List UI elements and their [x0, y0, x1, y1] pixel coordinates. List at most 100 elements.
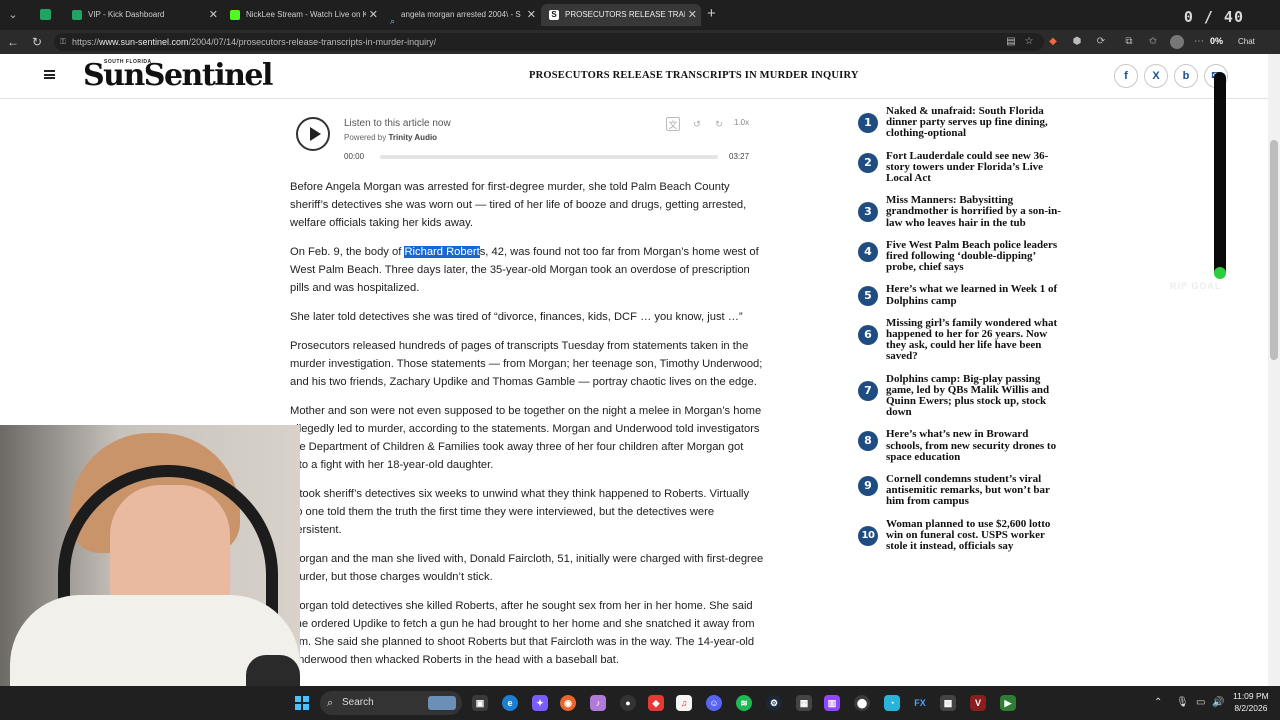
firefox-icon[interactable]: ◉: [560, 695, 576, 711]
obs-icon[interactable]: ●: [620, 695, 636, 711]
sheets-favicon-icon: [40, 9, 51, 20]
tab-nicklee-stream[interactable]: NickLee Stream - Watch Live on Ki ✕: [222, 4, 382, 26]
tab-title: NickLee Stream - Watch Live on Ki: [246, 10, 366, 19]
article-paragraph: Prosecutors released hundreds of pages o…: [290, 340, 763, 388]
tab-kick-dashboard[interactable]: VIP - Kick Dashboard ✕: [64, 4, 222, 26]
page-scrollbar[interactable]: [1268, 54, 1280, 686]
goal-progress-indicator: [1214, 267, 1226, 279]
most-read-item[interactable]: 5 Here’s what we learned in Week 1 of Dol…: [858, 283, 1062, 307]
translate-icon[interactable]: 文: [666, 117, 680, 131]
most-read-item[interactable]: 1 Naked & unafraid: South Florida dinner …: [858, 105, 1062, 140]
most-read-title[interactable]: Dolphins camp: Big-play passing game, le…: [886, 373, 1049, 419]
discord-icon[interactable]: ☺: [706, 695, 722, 711]
close-tab-icon[interactable]: ✕: [688, 4, 697, 26]
audio-progress-bar[interactable]: [380, 155, 718, 159]
selected-text-highlight[interactable]: Richard Robert: [404, 246, 480, 258]
fx-icon[interactable]: FX: [912, 695, 928, 711]
itunes-icon[interactable]: ♫: [676, 695, 692, 711]
network-icon[interactable]: ▭: [1196, 697, 1205, 708]
most-read-item[interactable]: 4 Five West Palm Beach police leaders fir…: [858, 239, 1062, 274]
app-circle-icon[interactable]: ⬤: [854, 695, 870, 711]
volume-icon[interactable]: 🔊: [1212, 697, 1224, 708]
app-grid-icon[interactable]: ▩: [940, 695, 956, 711]
most-read-item[interactable]: 3 Miss Manners: Babysitting grandmother i…: [858, 195, 1062, 229]
refresh-extension-icon[interactable]: ⟳: [1094, 35, 1108, 49]
most-read-title[interactable]: Miss Manners: Babysitting grandmother is…: [886, 194, 1061, 229]
microphone: [246, 655, 300, 687]
x-share-icon[interactable]: X: [1144, 64, 1168, 88]
copilot-chat-button[interactable]: Chat: [1238, 37, 1255, 46]
microphone-icon[interactable]: 🎙: [1176, 697, 1189, 708]
most-read-title[interactable]: Cornell condemns student’s viral antisem…: [886, 473, 1050, 507]
url-scheme: https://: [72, 37, 100, 47]
show-hidden-icons[interactable]: ⌃: [1154, 697, 1162, 708]
most-read-item[interactable]: 10 Woman planned to use $2,600 lotto win …: [858, 518, 1062, 553]
app-red-icon[interactable]: ◆: [648, 695, 664, 711]
most-read-title[interactable]: Missing girl’s family wondered what happ…: [886, 317, 1057, 363]
rewind-icon[interactable]: ↺: [690, 117, 704, 131]
steam-icon[interactable]: ⚙: [766, 695, 782, 711]
most-read-item[interactable]: 6 Missing girl’s family wondered what hap…: [858, 317, 1062, 363]
search-highlight-image: [428, 696, 456, 710]
tab-actions-menu-icon[interactable]: ⌄: [4, 6, 22, 24]
windows-start-icon[interactable]: [295, 696, 309, 710]
facebook-share-icon[interactable]: f: [1114, 64, 1138, 88]
close-tab-icon[interactable]: ✕: [369, 4, 378, 26]
tab-search-angela-morgan[interactable]: ⌕ angela morgan arrested 2004\ - S ✕: [382, 4, 540, 26]
task-view-icon[interactable]: ▣: [472, 695, 488, 711]
hamburger-menu-icon[interactable]: [44, 70, 55, 79]
article-paragraph: Mother and son were not even supposed to…: [290, 405, 762, 471]
paragraph-text: On Feb. 9, the body of: [290, 246, 405, 258]
pinned-tab[interactable]: [34, 6, 56, 24]
system-clock[interactable]: 11:09 PM 8/2/2026: [1233, 690, 1269, 714]
app-green-icon[interactable]: ▶: [1000, 695, 1016, 711]
most-read-title[interactable]: Woman planned to use $2,600 lotto win on…: [886, 518, 1050, 552]
twitch-icon[interactable]: ▥: [824, 695, 840, 711]
address-bar[interactable]: ⚿ https://www.sun-sentinel.com/2004/07/14…: [54, 33, 1044, 51]
profile-avatar[interactable]: [1170, 35, 1184, 49]
back-arrow-icon[interactable]: ←: [5, 34, 21, 50]
site-info-icon[interactable]: ⚿: [60, 33, 66, 51]
bluesky-share-icon[interactable]: b: [1174, 64, 1198, 88]
new-tab-button[interactable]: +: [707, 6, 716, 22]
reload-icon[interactable]: ↻: [29, 34, 45, 50]
most-read-title[interactable]: Here’s what’s new in Broward schools, fr…: [886, 428, 1056, 463]
most-read-item[interactable]: 8 Here’s what’s new in Broward schools, f…: [858, 429, 1062, 463]
tab-prosecutors-release[interactable]: S PROSECUTORS RELEASE TRANSCR ✕: [541, 4, 701, 26]
article-paragraph: She later told detectives she was tired …: [290, 311, 743, 323]
site-logo[interactable]: SunSentinel: [83, 60, 273, 92]
favorite-star-icon[interactable]: ☆: [1022, 35, 1036, 49]
most-read-item[interactable]: 7 Dolphins camp: Big-play passing game, l…: [858, 373, 1062, 419]
browser-tab-bar: ⌄ VIP - Kick Dashboard ✕ NickLee Stream …: [0, 0, 1280, 30]
edge-icon[interactable]: e: [502, 695, 518, 711]
extension-fox-icon[interactable]: ◆: [1046, 35, 1060, 49]
playback-speed-button[interactable]: 1.0x: [734, 118, 749, 127]
most-read-item[interactable]: 2 Fort Lauderdale could see new 36-story …: [858, 150, 1062, 185]
powered-by-label: Powered by Trinity Audio: [344, 133, 437, 142]
copilot-icon[interactable]: ✦: [532, 695, 548, 711]
more-menu-icon[interactable]: ⋯: [1192, 35, 1206, 49]
most-read-title[interactable]: Fort Lauderdale could see new 36-story t…: [886, 150, 1048, 184]
close-tab-icon[interactable]: ✕: [209, 4, 218, 26]
search-icon: ⌕: [327, 697, 334, 709]
forward-icon[interactable]: ↻: [712, 117, 726, 131]
close-tab-icon[interactable]: ✕: [527, 4, 536, 26]
app-v-icon[interactable]: V: [970, 695, 986, 711]
taskbar-search[interactable]: ⌕ Search: [320, 691, 462, 715]
most-read-item[interactable]: 9 Cornell condemns student’s viral antise…: [858, 473, 1062, 508]
play-button[interactable]: [296, 117, 330, 151]
app-window-icon[interactable]: ▦: [796, 695, 812, 711]
most-read-title[interactable]: Here’s what we learned in Week 1 of Dolp…: [886, 283, 1057, 307]
most-read-title[interactable]: Five West Palm Beach police leaders fire…: [886, 239, 1057, 273]
most-read-title[interactable]: Naked & unafraid: South Florida dinner p…: [886, 105, 1048, 139]
extension-shield-icon[interactable]: ⬢: [1070, 35, 1084, 49]
app-cyan-icon[interactable]: ◔: [884, 695, 900, 711]
article-body: Before Angela Morgan was arrested for fi…: [290, 178, 764, 680]
webcam-overlay: [0, 425, 300, 687]
scrollbar-thumb[interactable]: [1270, 140, 1278, 360]
app-icon[interactable]: ♪: [590, 695, 606, 711]
spotify-icon[interactable]: ≋: [736, 695, 752, 711]
split-screen-icon[interactable]: ⧉: [1122, 35, 1136, 49]
favorites-icon[interactable]: ✩: [1146, 35, 1160, 49]
reader-mode-icon[interactable]: ▤: [1004, 35, 1018, 49]
